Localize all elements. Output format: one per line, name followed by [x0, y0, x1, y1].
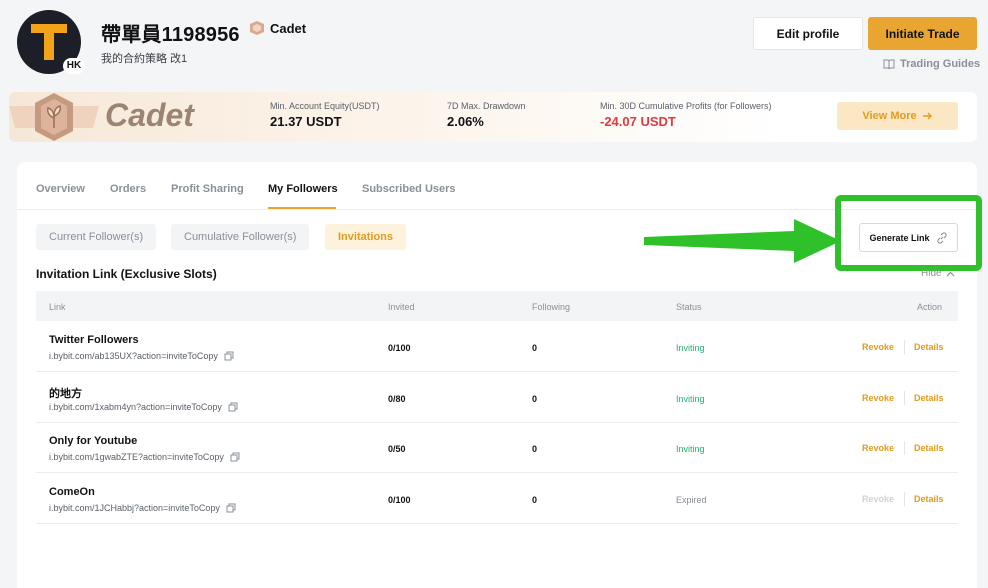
chevron-up-icon: [946, 271, 955, 276]
view-more-label: View More: [862, 110, 917, 122]
details-button[interactable]: Details: [914, 342, 944, 352]
stat-max-drawdown: 7D Max. Drawdown 2.06%: [447, 101, 526, 129]
rank-title: Cadet: [105, 97, 194, 133]
column-link: Link: [49, 302, 66, 312]
link-name: Twitter Followers: [49, 334, 139, 346]
stat-cumulative-profits: Min. 30D Cumulative Profits (for Followe…: [600, 101, 772, 129]
link-url-text: i.bybit.com/1xabm4yn?action=inviteToCopy: [49, 402, 222, 412]
action-divider: [904, 391, 905, 405]
tab-profit-sharing[interactable]: Profit Sharing: [171, 183, 244, 195]
invited-count: 0/100: [388, 495, 411, 505]
link-url: i.bybit.com/1xabm4yn?action=inviteToCopy: [49, 402, 238, 412]
initiate-trade-button[interactable]: Initiate Trade: [868, 17, 977, 50]
following-count: 0: [532, 495, 538, 505]
copy-icon[interactable]: [228, 402, 238, 412]
action-divider: [904, 441, 905, 455]
copy-icon[interactable]: [226, 503, 236, 513]
following-count: 0: [532, 444, 538, 454]
chip-cumulative-followers[interactable]: Cumulative Follower(s): [171, 224, 310, 250]
details-button[interactable]: Details: [914, 494, 944, 504]
following-count: 0: [532, 343, 538, 353]
details-button[interactable]: Details: [914, 443, 944, 453]
generate-link-label: Generate Link: [869, 232, 930, 243]
link-url-text: i.bybit.com/1gwabZTE?action=inviteToCopy: [49, 452, 224, 462]
arrow-right-icon: [922, 112, 932, 120]
table-header: Link Invited Following Status Action: [36, 291, 958, 321]
annotation-arrow-icon: [644, 219, 841, 263]
table-row: ComeOn i.bybit.com/1JCHabbj?action=invit…: [36, 474, 958, 524]
revoke-button[interactable]: Revoke: [862, 342, 894, 352]
stat-value: -24.07 USDT: [600, 114, 676, 129]
stat-label: 7D Max. Drawdown: [447, 101, 526, 111]
stat-label: Min. 30D Cumulative Profits (for Followe…: [600, 101, 772, 111]
section-title: Invitation Link (Exclusive Slots): [36, 267, 217, 281]
link-icon: [936, 231, 947, 244]
tab-subscribed-users[interactable]: Subscribed Users: [362, 183, 456, 195]
generate-link-button[interactable]: Generate Link: [859, 223, 958, 252]
revoke-button[interactable]: Revoke: [862, 443, 894, 453]
avatar-logo-icon: [31, 24, 67, 60]
status-label: Expired: [676, 495, 707, 505]
active-tab-indicator: [268, 207, 336, 209]
column-status: Status: [676, 302, 702, 312]
action-divider: [904, 492, 905, 506]
stat-value: 2.06%: [447, 114, 484, 129]
hide-toggle[interactable]: Hide: [921, 268, 955, 279]
column-action: Action: [917, 302, 943, 312]
link-name: ComeOn: [49, 486, 95, 498]
link-url: i.bybit.com/ab135UX?action=inviteToCopy: [49, 351, 234, 361]
status-label: Inviting: [676, 343, 705, 353]
invited-count: 0/50: [388, 444, 406, 454]
action-divider: [904, 340, 905, 354]
tab-orders[interactable]: Orders: [110, 183, 146, 195]
revoke-button: Revoke: [862, 494, 895, 504]
cadet-badge-icon: [9, 93, 99, 141]
column-invited: Invited: [388, 302, 415, 312]
status-label: Inviting: [676, 444, 705, 454]
rank-banner: Cadet Min. Account Equity(USDT) 21.37 US…: [9, 92, 977, 142]
trader-name: 帶單員1198956: [101, 24, 240, 46]
edit-profile-button[interactable]: Edit profile: [753, 17, 863, 50]
column-following: Following: [532, 302, 571, 312]
link-name: Only for Youtube: [49, 435, 138, 447]
table-row: 的地方 i.bybit.com/1xabm4yn?action=inviteTo…: [36, 373, 958, 423]
chip-invitations[interactable]: Invitations: [325, 224, 407, 250]
view-more-button[interactable]: View More: [837, 102, 958, 130]
link-url: i.bybit.com/1gwabZTE?action=inviteToCopy: [49, 452, 240, 462]
stat-label: Min. Account Equity(USDT): [270, 101, 380, 111]
tab-my-followers[interactable]: My Followers: [268, 183, 338, 195]
trading-guides-label: Trading Guides: [900, 58, 981, 70]
profile-bio: 我的合約策略 改1: [101, 53, 188, 65]
link-url: i.bybit.com/1JCHabbj?action=inviteToCopy: [49, 503, 236, 513]
rank-tag: Cadet: [248, 20, 306, 36]
details-button[interactable]: Details: [914, 393, 944, 403]
invited-count: 0/100: [388, 343, 411, 353]
hide-label: Hide: [921, 268, 942, 279]
stat-value: 21.37 USDT: [270, 114, 342, 129]
rank-label: Cadet: [270, 20, 307, 36]
trading-guides-link[interactable]: Trading Guides: [883, 58, 980, 70]
invited-count: 0/80: [388, 394, 406, 404]
rank-badge-icon: [250, 21, 264, 35]
copy-icon[interactable]: [230, 452, 240, 462]
following-count: 0: [532, 394, 538, 404]
book-icon: [883, 59, 895, 69]
tab-overview[interactable]: Overview: [36, 183, 85, 195]
stat-min-equity: Min. Account Equity(USDT) 21.37 USDT: [270, 101, 380, 129]
table-row: Only for Youtube i.bybit.com/1gwabZTE?ac…: [36, 423, 958, 473]
followers-card: Overview Orders Profit Sharing My Follow…: [17, 162, 982, 588]
status-label: Inviting: [676, 394, 705, 404]
link-url-text: i.bybit.com/1JCHabbj?action=inviteToCopy: [49, 503, 220, 513]
link-name: 的地方: [49, 388, 82, 400]
revoke-button[interactable]: Revoke: [862, 393, 894, 403]
tab-bar: Overview Orders Profit Sharing My Follow…: [17, 162, 977, 210]
copy-icon[interactable]: [224, 351, 234, 361]
link-url-text: i.bybit.com/ab135UX?action=inviteToCopy: [49, 351, 218, 361]
chip-current-followers[interactable]: Current Follower(s): [36, 224, 157, 250]
table-row: Twitter Followers i.bybit.com/ab135UX?ac…: [36, 322, 958, 372]
region-badge: HK: [63, 58, 85, 74]
